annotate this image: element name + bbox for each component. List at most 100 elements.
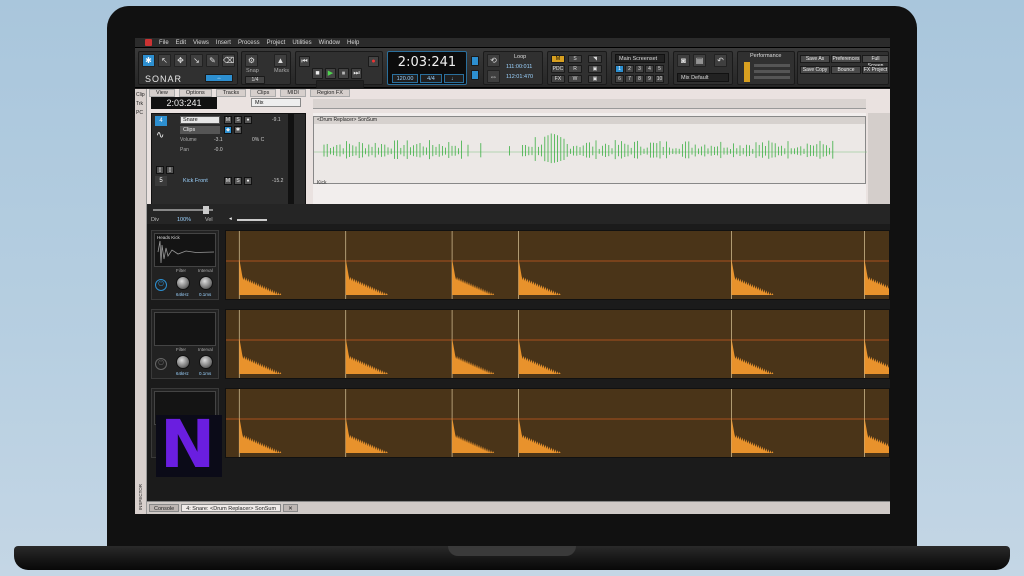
- interval-knob[interactable]: [199, 355, 213, 369]
- side-tab-clip[interactable]: Clip: [136, 92, 146, 98]
- meter-field[interactable]: 4/4: [420, 74, 442, 83]
- record-arm-button[interactable]: ●: [244, 116, 252, 124]
- lane-waveform[interactable]: [225, 388, 890, 458]
- screenset-6[interactable]: 6: [615, 75, 624, 83]
- power-icon[interactable]: ⏻: [155, 358, 167, 370]
- play-button[interactable]: ▶: [325, 68, 336, 79]
- fx-button[interactable]: FX: [551, 75, 565, 83]
- mute-button[interactable]: M: [224, 116, 232, 124]
- screenset-3[interactable]: 3: [635, 65, 644, 73]
- trim-value[interactable]: -0.0: [214, 147, 223, 153]
- snapshot-icon[interactable]: ▤: [693, 54, 706, 67]
- record-arm-button-2[interactable]: ●: [244, 177, 252, 185]
- screenset-10[interactable]: 10: [655, 75, 664, 83]
- save-as-button[interactable]: Save As: [800, 55, 830, 63]
- menu-utilities[interactable]: Utilities: [292, 40, 311, 46]
- marks-icon[interactable]: ▲: [274, 54, 287, 67]
- tv-menu-clips[interactable]: Clips: [250, 89, 277, 97]
- tab-drum-replacer[interactable]: 4: Snare: <Drum Replacer> SonSum: [181, 504, 282, 512]
- undo-icon[interactable]: ↶: [714, 54, 727, 67]
- tab-close-icon[interactable]: ✕: [283, 504, 298, 512]
- edit-tool-icon[interactable]: ↘: [190, 54, 203, 67]
- screenset-8[interactable]: 8: [635, 75, 644, 83]
- edit-filter-button[interactable]: ▯: [166, 166, 174, 174]
- tv-menu-view[interactable]: View: [149, 89, 175, 97]
- forward-button[interactable]: ⏭: [351, 68, 362, 79]
- interval-knob[interactable]: [199, 276, 213, 290]
- zoom-slider-thumb[interactable]: [203, 206, 209, 214]
- bounce-button[interactable]: Bounce: [831, 66, 861, 74]
- screenset-5[interactable]: 5: [655, 65, 664, 73]
- screenset-4[interactable]: 4: [645, 65, 654, 73]
- side-tab-pc[interactable]: PC: [136, 110, 146, 116]
- stop-button[interactable]: ■: [312, 68, 323, 79]
- zoom-value[interactable]: 100%: [177, 217, 191, 223]
- tv-menu-region-fx[interactable]: Region FX: [309, 89, 350, 97]
- clips-dropdown[interactable]: Clips: [180, 126, 220, 134]
- select-tool-icon[interactable]: ↖: [158, 54, 171, 67]
- track-view-mode[interactable]: Mix: [251, 98, 301, 107]
- freeze-button[interactable]: ✱: [234, 126, 242, 134]
- menu-project[interactable]: Project: [267, 40, 286, 46]
- erase-tool-icon[interactable]: ⌫: [222, 54, 235, 67]
- timeline-ruler[interactable]: [313, 99, 866, 109]
- fx-project-button[interactable]: FX Project: [862, 66, 889, 74]
- solo-button[interactable]: S: [234, 116, 242, 124]
- tab-console[interactable]: Console: [149, 504, 180, 512]
- pause-button[interactable]: ⏸: [338, 68, 349, 79]
- archive-button[interactable]: ▯: [156, 166, 164, 174]
- side-tab-trk[interactable]: Trk: [136, 101, 146, 107]
- screenset-dropdown[interactable]: Main Screenset: [615, 54, 665, 63]
- tv-menu-midi[interactable]: MIDI: [280, 89, 306, 97]
- fade-icon[interactable]: ◥: [588, 55, 602, 63]
- fx-toggle-button[interactable]: ◆: [224, 126, 232, 134]
- lane-waveform[interactable]: [225, 230, 890, 300]
- metronome-icon[interactable]: ♩: [444, 74, 464, 83]
- screenset-7[interactable]: 7: [625, 75, 634, 83]
- menu-edit[interactable]: Edit: [176, 40, 186, 46]
- menu-help[interactable]: Help: [347, 40, 359, 46]
- volume-value[interactable]: -3.1: [214, 137, 223, 143]
- preferences-button[interactable]: Preferences: [831, 55, 861, 63]
- full-screen-button[interactable]: Full Screen: [862, 55, 889, 69]
- camera-icon[interactable]: ◙: [677, 54, 690, 67]
- menu-views[interactable]: Views: [193, 40, 209, 46]
- screenset-2[interactable]: 2: [625, 65, 634, 73]
- move-tool-icon[interactable]: ✥: [174, 54, 187, 67]
- rewind-button[interactable]: ⏮: [299, 56, 310, 67]
- punch-icon[interactable]: [471, 70, 479, 80]
- write-button[interactable]: W: [568, 75, 582, 83]
- mix-recall-dropdown[interactable]: Mix Default: [677, 73, 729, 82]
- tempo-field[interactable]: 120.00: [392, 74, 418, 83]
- sample-display[interactable]: Heads Kick: [154, 233, 216, 267]
- menu-file[interactable]: File: [159, 40, 169, 46]
- horizontal-scroll[interactable]: [237, 219, 267, 221]
- lane-waveform[interactable]: [225, 309, 890, 379]
- tv-menu-tracks[interactable]: Tracks: [215, 89, 247, 97]
- inspector-label[interactable]: INSPECTOR: [138, 484, 143, 510]
- mute-global-button[interactable]: M: [551, 55, 565, 63]
- solo-global-button[interactable]: S: [568, 55, 582, 63]
- menu-window[interactable]: Window: [319, 40, 340, 46]
- record-button[interactable]: ●: [368, 56, 379, 67]
- sample-display[interactable]: [154, 312, 216, 346]
- track-name-snare[interactable]: Snare: [180, 116, 220, 124]
- pan-value[interactable]: 0% C: [252, 137, 264, 143]
- tv-menu-options[interactable]: Options: [178, 89, 212, 97]
- solo-button-2[interactable]: S: [234, 177, 242, 185]
- mute-button-2[interactable]: M: [224, 177, 232, 185]
- loop-range-icon[interactable]: ⇔: [487, 70, 500, 83]
- tool-mode-button[interactable]: ↔: [205, 74, 233, 82]
- sync-icon[interactable]: [471, 56, 479, 66]
- track-name-kick-front[interactable]: Kick Front: [180, 177, 220, 185]
- filter-knob[interactable]: [176, 355, 190, 369]
- menu-process[interactable]: Process: [238, 40, 260, 46]
- loop-end[interactable]: 112:01:470: [506, 74, 533, 80]
- input-icon[interactable]: ▣: [588, 65, 602, 73]
- output-icon[interactable]: ▣: [588, 75, 602, 83]
- screenset-1[interactable]: 1: [615, 65, 624, 73]
- screenset-9[interactable]: 9: [645, 75, 654, 83]
- snap-icon[interactable]: ⚙: [245, 54, 258, 67]
- audio-clip[interactable]: <Drum Replacer> SonSum Kick: [313, 116, 867, 186]
- menu-insert[interactable]: Insert: [216, 40, 231, 46]
